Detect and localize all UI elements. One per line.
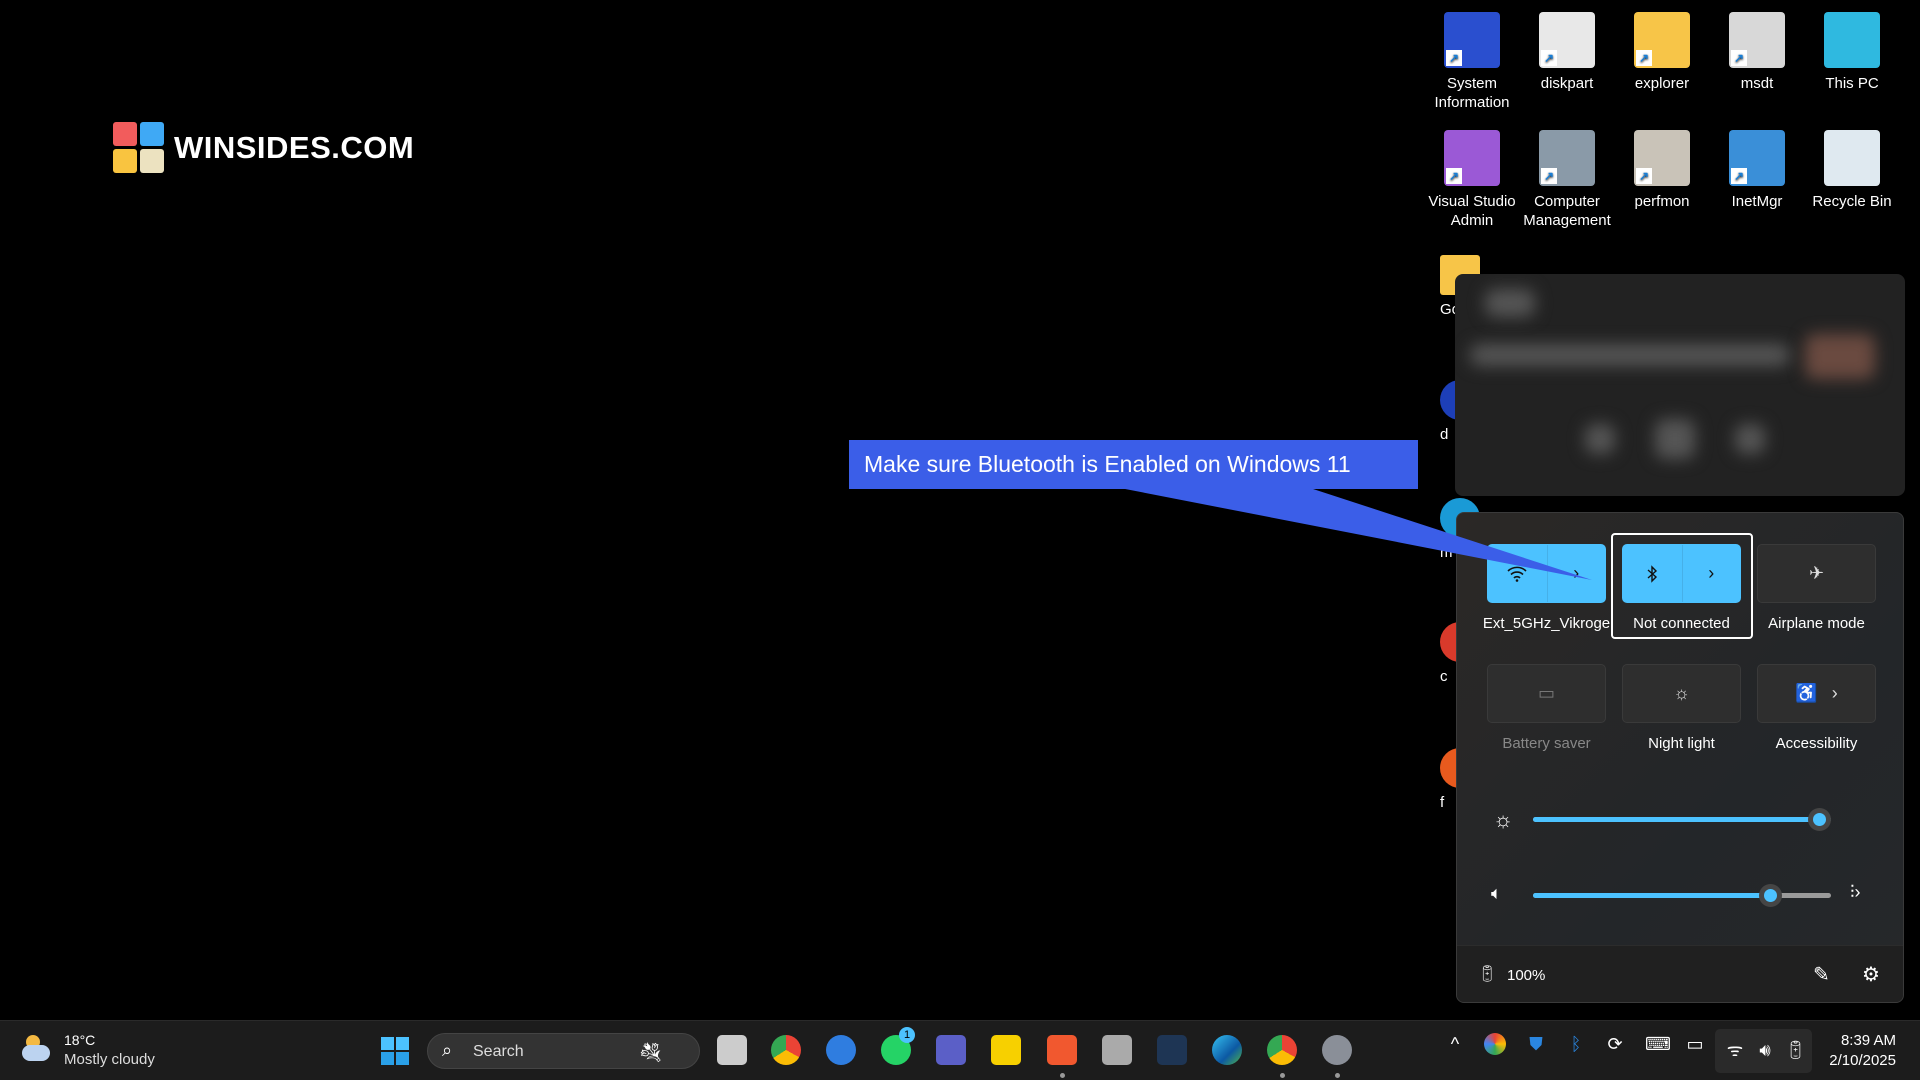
callout-pointer-shape (1120, 488, 1592, 580)
callout-pointer (1120, 488, 1592, 580)
